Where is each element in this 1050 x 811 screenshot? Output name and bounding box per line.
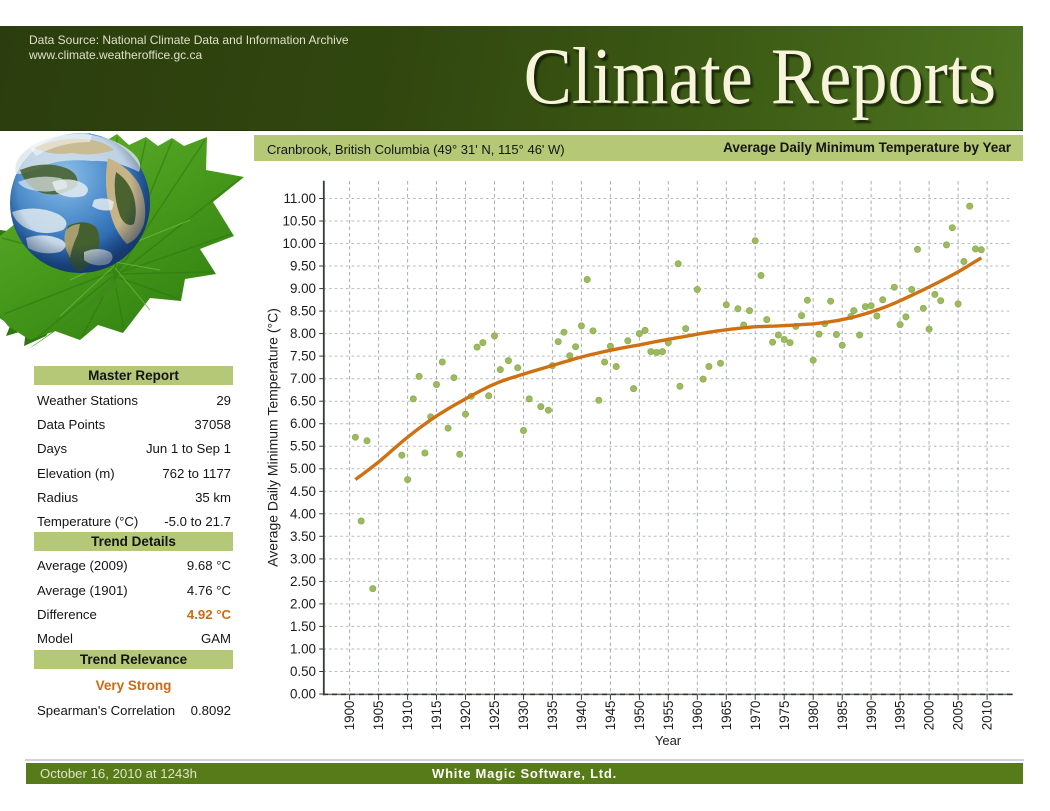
svg-text:1920: 1920 (458, 701, 473, 731)
svg-text:1910: 1910 (400, 701, 415, 731)
svg-text:7.00: 7.00 (290, 371, 316, 386)
svg-text:5.50: 5.50 (290, 439, 316, 454)
svg-text:1950: 1950 (632, 701, 647, 731)
svg-text:1990: 1990 (864, 701, 879, 731)
svg-text:2000: 2000 (922, 701, 937, 731)
svg-text:3.50: 3.50 (290, 529, 316, 544)
svg-text:2010: 2010 (980, 701, 995, 731)
svg-text:1940: 1940 (574, 701, 589, 731)
svg-text:1975: 1975 (777, 701, 792, 731)
svg-text:0.00: 0.00 (290, 687, 316, 702)
svg-text:1995: 1995 (893, 701, 908, 731)
svg-text:1.50: 1.50 (290, 619, 316, 634)
svg-text:5.00: 5.00 (290, 461, 316, 476)
svg-text:1915: 1915 (429, 701, 444, 731)
svg-text:1900: 1900 (342, 701, 357, 731)
svg-text:2.50: 2.50 (290, 574, 316, 589)
svg-text:1935: 1935 (545, 701, 560, 731)
svg-text:1905: 1905 (371, 701, 386, 731)
svg-text:2.00: 2.00 (290, 596, 316, 611)
svg-text:9.50: 9.50 (290, 259, 316, 274)
svg-text:1955: 1955 (661, 701, 676, 731)
svg-text:10.50: 10.50 (282, 214, 316, 229)
svg-text:Year: Year (655, 733, 682, 748)
svg-text:6.00: 6.00 (290, 416, 316, 431)
svg-text:1965: 1965 (719, 701, 734, 731)
svg-text:1960: 1960 (690, 701, 705, 731)
svg-text:9.00: 9.00 (290, 281, 316, 296)
svg-text:1980: 1980 (806, 701, 821, 731)
svg-text:1985: 1985 (835, 701, 850, 731)
svg-text:4.00: 4.00 (290, 506, 316, 521)
svg-text:7.50: 7.50 (290, 349, 316, 364)
svg-text:1970: 1970 (748, 701, 763, 731)
svg-text:10.00: 10.00 (282, 236, 316, 251)
svg-text:8.50: 8.50 (290, 304, 316, 319)
svg-text:1945: 1945 (603, 701, 618, 731)
svg-text:1930: 1930 (516, 701, 531, 731)
svg-text:11.00: 11.00 (283, 191, 316, 206)
svg-text:Average Daily Minimum Temperat: Average Daily Minimum Temperature (°C) (265, 308, 281, 567)
svg-text:0.50: 0.50 (290, 664, 316, 679)
svg-text:3.00: 3.00 (290, 551, 316, 566)
svg-text:8.00: 8.00 (290, 326, 316, 341)
svg-text:1925: 1925 (487, 701, 502, 731)
svg-text:2005: 2005 (951, 701, 966, 731)
svg-text:4.50: 4.50 (290, 484, 316, 499)
svg-text:6.50: 6.50 (290, 394, 316, 409)
svg-text:1.00: 1.00 (290, 642, 316, 657)
